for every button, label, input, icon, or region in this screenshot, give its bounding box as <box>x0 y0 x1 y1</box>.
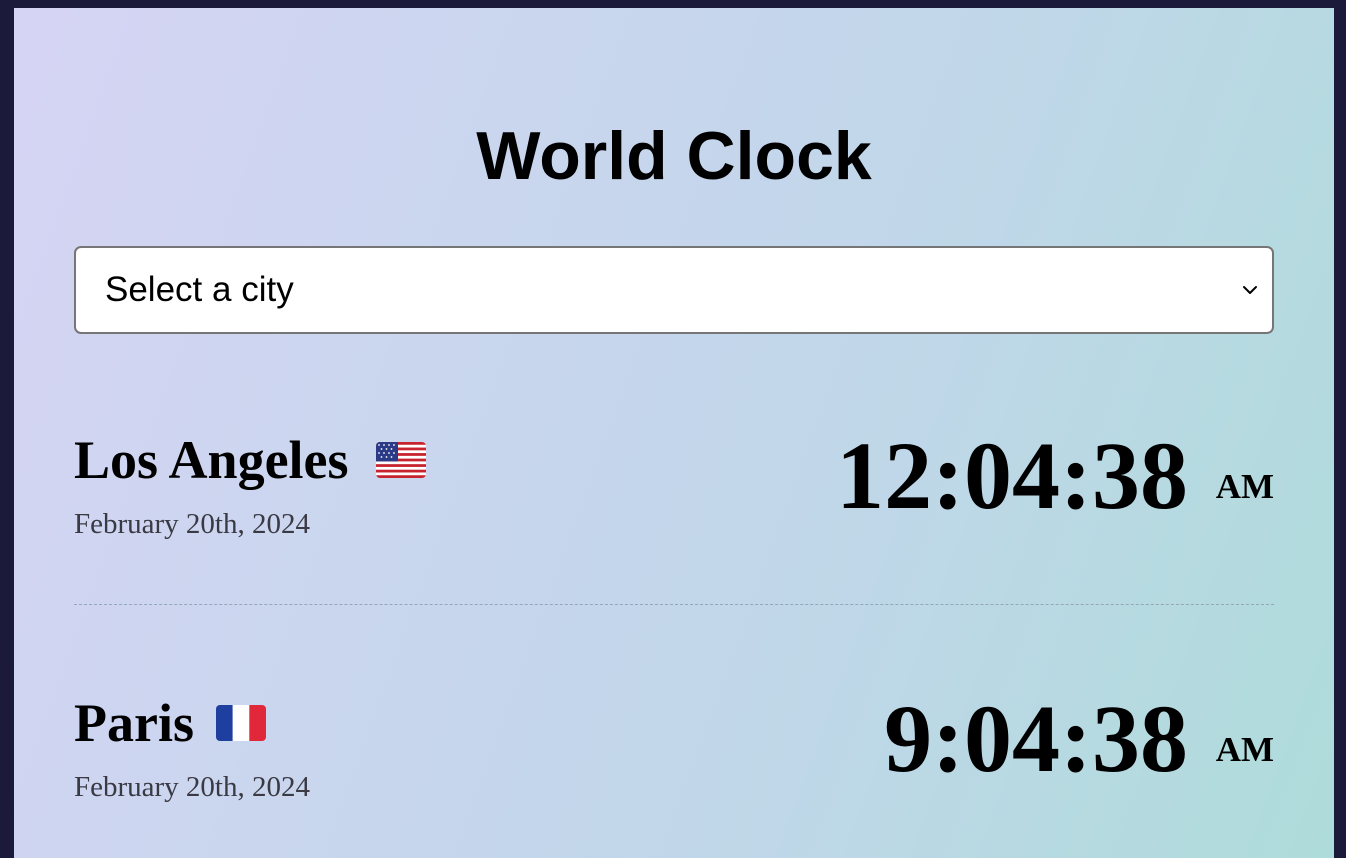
city-row-paris: Paris February 20th, 2024 9:04:38 AM <box>74 681 1274 831</box>
time-period: AM <box>1215 467 1274 506</box>
chevron-down-icon <box>1243 286 1257 294</box>
city-name: Paris <box>74 693 194 753</box>
city-select[interactable]: Select a city <box>74 246 1274 334</box>
city-name: Los Angeles <box>74 430 349 490</box>
city-time: 9:04:38 <box>884 685 1188 792</box>
city-date: February 20th, 2024 <box>74 508 310 540</box>
city-time: 12:04:38 <box>836 422 1188 529</box>
row-divider <box>74 604 1274 605</box>
city-row-los-angeles: Los Angeles February 20th, 2024 12:04:38… <box>74 418 1274 568</box>
page-title: World Clock <box>476 118 872 194</box>
us-flag-icon <box>376 442 426 478</box>
fr-flag-icon <box>216 705 266 741</box>
world-clock-card: World Clock Select a city Los Angeles Fe… <box>14 8 1334 858</box>
time-period: AM <box>1215 730 1274 769</box>
city-select-value: Select a city <box>105 270 294 309</box>
city-date: February 20th, 2024 <box>74 771 310 803</box>
